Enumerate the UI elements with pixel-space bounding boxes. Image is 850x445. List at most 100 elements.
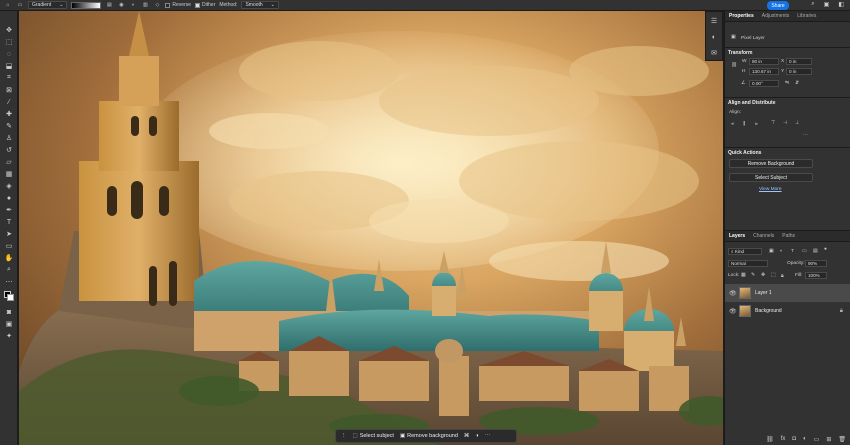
lock-pixels-icon[interactable]: ✎ [751, 273, 755, 278]
width-field[interactable]: 80 in [749, 58, 779, 65]
panel-toggle-icon[interactable]: ◧ [838, 1, 844, 8]
more-tools-icon[interactable]: ⋯ [4, 277, 14, 287]
reverse-checkbox[interactable]: Reverse [165, 1, 191, 9]
select-subject-panel-button[interactable]: Select Subject [729, 173, 813, 182]
gradient-diamond-icon[interactable]: ◇ [153, 1, 161, 9]
history-brush-tool-icon[interactable]: ↺ [4, 145, 14, 155]
tab-libraries[interactable]: Libraries [797, 13, 816, 19]
path-selection-tool-icon[interactable]: ➤ [4, 229, 14, 239]
object-select-tool-icon[interactable]: ⬓ [4, 61, 14, 71]
tab-paths[interactable]: Paths [782, 233, 795, 239]
lock-transparency-icon[interactable]: ▦ [741, 273, 746, 278]
transform-icon[interactable]: ⌘ [464, 433, 470, 439]
opacity-field[interactable]: 90% [805, 260, 827, 267]
angle-field[interactable]: 0.00° [749, 80, 779, 87]
blend-mode-dropdown[interactable]: Normal [728, 260, 768, 267]
height-field[interactable]: 130.67 in [749, 68, 779, 75]
y-field[interactable]: 0 in [786, 68, 812, 75]
visibility-eye-icon[interactable]: 👁︎ [729, 290, 737, 297]
layer-style-icon[interactable]: fx [781, 436, 786, 443]
filter-smart-object-icon[interactable]: ▤ [813, 249, 818, 254]
quick-actions-title[interactable]: Quick Actions [728, 150, 761, 156]
gradient-linear-icon[interactable]: ▤ [105, 1, 113, 9]
filter-adjustment-icon[interactable]: ◐ [780, 249, 783, 254]
screen-mode-icon[interactable]: ▣ [4, 319, 14, 329]
new-group-icon[interactable]: ▭ [814, 436, 820, 443]
eyedropper-tool-icon[interactable]: ⁄ [4, 97, 14, 107]
align-middle-icon[interactable]: ⊣ [783, 121, 787, 126]
delete-layer-icon[interactable]: 🗑︎ [838, 436, 846, 443]
gradient-reflected-icon[interactable]: ▥ [141, 1, 149, 9]
pen-tool-icon[interactable]: ✒ [4, 205, 14, 215]
brush-tool-icon[interactable]: ✎ [4, 121, 14, 131]
fill-field[interactable]: 100% [805, 272, 827, 279]
document-canvas[interactable] [19, 11, 723, 445]
flip-horizontal-icon[interactable]: ⇋ [785, 81, 789, 86]
tab-properties[interactable]: Properties [729, 13, 754, 19]
tab-adjustments[interactable]: Adjustments [762, 13, 790, 19]
align-bottom-icon[interactable]: ⊥ [795, 121, 799, 126]
more-options-icon[interactable]: ⋯ [485, 433, 491, 439]
share-button[interactable]: Share [767, 1, 789, 10]
visibility-eye-icon[interactable]: 👁︎ [729, 308, 737, 315]
filter-type-icon[interactable]: T [791, 249, 794, 254]
search-icon[interactable]: ⌕ [811, 1, 814, 8]
tab-channels[interactable]: Channels [753, 233, 774, 239]
gradient-tool-icon[interactable]: ▭ [16, 1, 24, 9]
add-mask-icon[interactable]: ◘ [792, 436, 796, 443]
layer-row-layer-1[interactable]: 👁︎ Layer 1 [725, 284, 850, 302]
move-tool-icon[interactable]: ✥ [4, 25, 14, 35]
dodge-tool-icon[interactable]: ● [4, 193, 14, 203]
layer-filter-dropdown[interactable]: ⌕ Kind [728, 248, 762, 255]
filter-shape-icon[interactable]: ▭ [802, 249, 807, 254]
reverse-checkbox-box[interactable] [165, 2, 171, 8]
quick-mask-icon[interactable]: ◙ [4, 307, 14, 317]
flip-vertical-icon[interactable]: ⇵ [795, 81, 799, 86]
layer-row-background[interactable]: 👁︎ Background 🔒︎ [725, 302, 850, 320]
align-section-title[interactable]: Align and Distribute [728, 100, 776, 106]
generative-icon[interactable]: ✦ [4, 331, 14, 341]
align-top-icon[interactable]: ⊤ [771, 121, 775, 126]
gradient-preset-dropdown[interactable]: Gradient ⌄ [28, 1, 68, 9]
link-layers-icon[interactable]: ⛓ [766, 436, 774, 443]
lock-position-icon[interactable]: ✥ [761, 273, 765, 278]
lock-all-icon[interactable]: 🔒︎ [781, 273, 784, 279]
gradient-radial-icon[interactable]: ◉ [117, 1, 125, 9]
more-align-icon[interactable]: ⋯ [803, 133, 808, 138]
adjustment-layer-icon[interactable]: ◐ [803, 436, 807, 443]
healing-brush-tool-icon[interactable]: ✚ [4, 109, 14, 119]
remove-background-button[interactable]: ▣ Remove background [400, 433, 458, 439]
dither-checkbox[interactable]: Dither [195, 1, 215, 9]
transform-section-title[interactable]: Transform [728, 50, 752, 56]
drag-handle-icon[interactable]: ⋮ [341, 433, 347, 439]
properties-panel-icon[interactable]: ☰ [709, 16, 719, 26]
new-layer-icon[interactable]: ⊞ [826, 436, 831, 443]
clone-stamp-tool-icon[interactable]: ♙ [4, 133, 14, 143]
select-subject-button[interactable]: ⬚ Select subject [353, 433, 394, 439]
home-icon[interactable]: ⌂ [4, 1, 12, 9]
view-more-link[interactable]: View More [759, 187, 782, 192]
frame-tool-icon[interactable]: ⊠ [4, 85, 14, 95]
eraser-tool-icon[interactable]: ▱ [4, 157, 14, 167]
adjust-icon[interactable]: ◑ [475, 433, 478, 439]
adjustments-panel-icon[interactable]: ◐ [709, 32, 719, 42]
hand-tool-icon[interactable]: ✋ [4, 253, 14, 263]
align-left-icon[interactable]: ⫷ [731, 121, 734, 127]
crop-tool-icon[interactable]: ⌗ [4, 73, 14, 83]
comments-panel-icon[interactable]: ✉ [709, 48, 719, 58]
marquee-tool-icon[interactable]: ⬚ [4, 37, 14, 47]
tab-layers[interactable]: Layers [729, 233, 745, 239]
gradient-angle-icon[interactable]: ◐ [129, 1, 137, 9]
filter-toggle-icon[interactable]: ● [824, 247, 827, 252]
x-field[interactable]: 0 in [786, 58, 812, 65]
color-swatches-icon[interactable] [4, 291, 14, 301]
blur-tool-icon[interactable]: ◈ [4, 181, 14, 191]
link-icon[interactable]: ⛓ [731, 63, 737, 68]
gradient-swatch[interactable] [71, 1, 102, 9]
dither-checkbox-box[interactable] [195, 2, 201, 8]
align-right-icon[interactable]: ⫸ [755, 121, 758, 127]
lasso-tool-icon[interactable]: ◌ [4, 49, 14, 59]
workspace-icon[interactable]: ▣ [824, 1, 830, 8]
method-dropdown[interactable]: Smooth ⌄ [241, 1, 279, 9]
rectangle-tool-icon[interactable]: ▭ [4, 241, 14, 251]
